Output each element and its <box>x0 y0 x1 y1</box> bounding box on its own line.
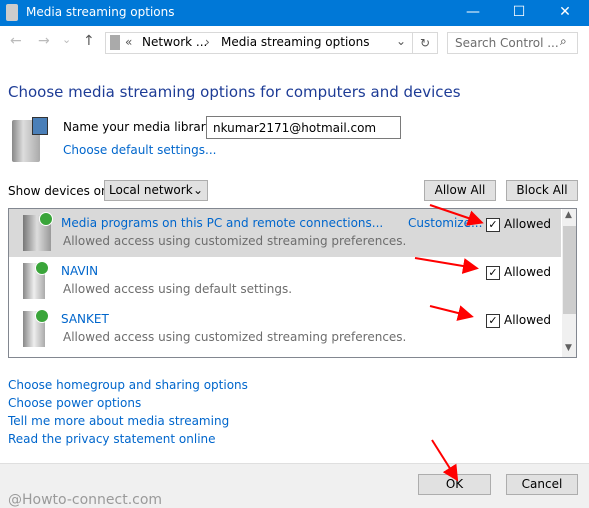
arrow-annotation <box>429 204 484 226</box>
arrow-annotation <box>431 439 459 482</box>
annotation-arrows <box>414 204 484 482</box>
arrow-annotation <box>429 305 474 321</box>
arrow-annotation <box>414 257 479 274</box>
